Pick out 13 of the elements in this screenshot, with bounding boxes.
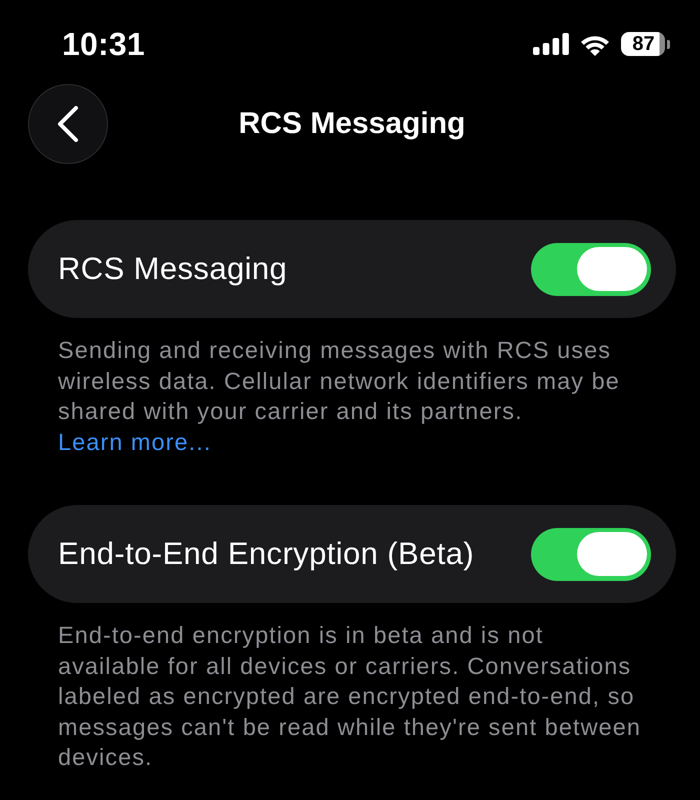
battery-level: 87 <box>621 32 665 56</box>
toggle-switch[interactable] <box>531 528 651 580</box>
chevron-left-icon <box>57 106 79 142</box>
page-title: RCS Messaging <box>238 106 466 142</box>
status-time: 10:31 <box>62 26 145 62</box>
battery-cap-icon <box>667 40 670 48</box>
setting-label: End-to-End Encryption (Beta) <box>58 535 474 573</box>
toggle-switch[interactable] <box>531 242 651 296</box>
learn-more-link[interactable]: Learn more... <box>58 428 212 454</box>
setting-label: RCS Messaging <box>58 250 288 288</box>
setting-description: End-to-end encryption is in beta and is not available for all devices or carriers. Conversations labeled as encrypted are encrypted end-to-end, so messages can't be read while they're sent between devices. <box>57 621 642 772</box>
signal-icon <box>533 33 569 55</box>
setting-description: Sending and receiving messages with RCS uses wireless data. Cellular network identifiers may be shared with your carrier and its partners. Learn more... <box>57 336 621 456</box>
